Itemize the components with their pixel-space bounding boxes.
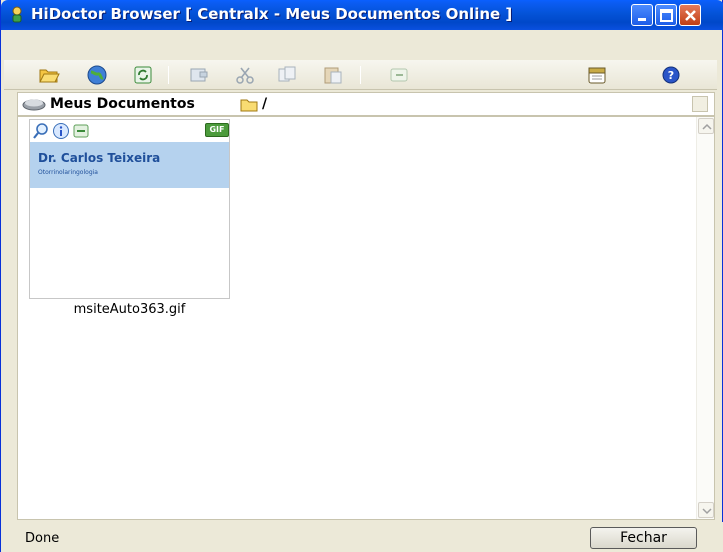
- address-scroll-button[interactable]: [692, 96, 708, 112]
- minimize-button[interactable]: [631, 4, 653, 26]
- open-folder-icon[interactable]: [38, 64, 60, 86]
- toolbar: ?: [4, 60, 717, 90]
- window-title: HiDoctor Browser [ Centralx - Meus Docum…: [31, 5, 513, 23]
- preview-doctor-name: Dr. Carlos Teixeira: [38, 151, 161, 165]
- title-bar[interactable]: HiDoctor Browser [ Centralx - Meus Docum…: [1, 0, 723, 30]
- status-bar: Done Fechar: [1, 522, 723, 552]
- browser-window: HiDoctor Browser [ Centralx - Meus Docum…: [0, 0, 723, 552]
- current-path: /: [262, 96, 268, 112]
- preview-specialty: Otorrinolaringologia: [38, 169, 98, 176]
- globe-icon[interactable]: [86, 64, 108, 86]
- help-icon[interactable]: ?: [660, 64, 682, 86]
- location-label: Meus Documentos: [50, 96, 195, 112]
- file-thumbnail-card[interactable]: GIF Dr. Carlos Teixeira Otorrinolaringol…: [29, 119, 230, 299]
- properties-icon[interactable]: [188, 64, 210, 86]
- send-icon[interactable]: [72, 122, 90, 140]
- refresh-icon[interactable]: [132, 64, 154, 86]
- scroll-up-arrow[interactable]: [698, 118, 714, 134]
- file-preview: Dr. Carlos Teixeira Otorrinolaringologia: [30, 142, 229, 188]
- calendar-icon[interactable]: [586, 64, 608, 86]
- hidoctor-app-icon: [8, 6, 26, 24]
- zoom-icon[interactable]: [32, 122, 50, 140]
- cut-icon[interactable]: [234, 64, 256, 86]
- address-bar[interactable]: Meus Documentos /: [17, 92, 715, 116]
- vertical-scrollbar[interactable]: [696, 117, 714, 519]
- scroll-down-arrow[interactable]: [698, 502, 714, 518]
- file-type-badge: GIF: [205, 123, 229, 137]
- toolbar-separator: [168, 66, 169, 84]
- file-card-toolbar: GIF: [30, 120, 229, 142]
- close-window-button[interactable]: [679, 4, 701, 26]
- storage-drive-icon: [22, 97, 46, 111]
- copy-icon[interactable]: [276, 64, 298, 86]
- folder-icon: [240, 97, 258, 112]
- undo-icon[interactable]: [388, 64, 410, 86]
- file-name-label[interactable]: msiteAuto363.gif: [29, 302, 230, 317]
- info-icon[interactable]: [52, 122, 70, 140]
- status-text: Done: [25, 531, 60, 546]
- toolbar-separator: [360, 66, 361, 84]
- fechar-button[interactable]: Fechar: [590, 527, 697, 549]
- svg-text:?: ?: [668, 69, 674, 82]
- paste-icon[interactable]: [322, 64, 344, 86]
- file-list-area[interactable]: GIF Dr. Carlos Teixeira Otorrinolaringol…: [17, 116, 715, 520]
- maximize-button[interactable]: [655, 4, 677, 26]
